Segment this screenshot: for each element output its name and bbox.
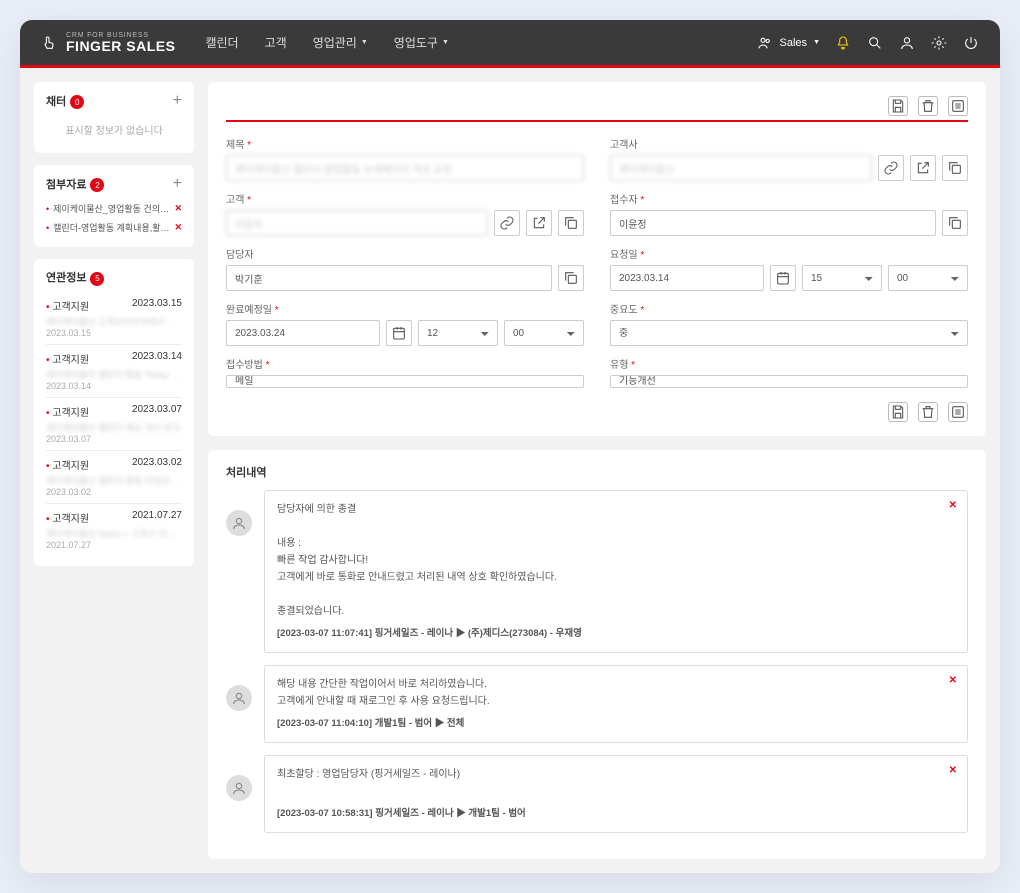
app-window: CRM FOR BUSINESS FINGER SALES 캘린더 고객 영업관… bbox=[20, 20, 1000, 873]
label-client: 고객사 bbox=[610, 136, 968, 151]
popup-icon[interactable] bbox=[910, 155, 936, 181]
list-button[interactable] bbox=[948, 96, 968, 116]
history-item: ✕담당자에 의한 종결내용 :빠른 작업 감사합니다!고객에게 바로 통화로 안… bbox=[226, 490, 968, 653]
topbar: CRM FOR BUSINESS FINGER SALES 캘린더 고객 영업관… bbox=[20, 20, 1000, 68]
delete-button[interactable] bbox=[918, 402, 938, 422]
related-count: 5 bbox=[90, 272, 104, 286]
input-receiver[interactable] bbox=[610, 210, 936, 236]
add-chatter-button[interactable]: + bbox=[173, 92, 182, 110]
related-panel: 연관정보 5 고객지원2023.03.15제이케이물산 고객브라우저에서 고…20… bbox=[34, 259, 194, 566]
attachment-item[interactable]: 제이케이물산_영업활동 건의사항…✕ bbox=[46, 199, 182, 218]
avatar-icon bbox=[226, 685, 252, 711]
main-nav: 캘린더 고객 영업관리▼ 영업도구▼ bbox=[205, 34, 448, 51]
related-item[interactable]: 고객지원2023.03.15제이케이물산 고객브라우저에서 고…2023.03.… bbox=[46, 292, 182, 344]
attach-panel: 첨부자료 2 + 제이케이물산_영업활동 건의사항…✕캘린더-영업활동 계획내용,… bbox=[34, 165, 194, 247]
history-item: ✕해당 내용 간단한 작업이어서 바로 처리하였습니다.고객에게 안내할 때 재… bbox=[226, 665, 968, 743]
label-assignee: 담당자 bbox=[226, 246, 584, 261]
select-channel[interactable]: 메일 bbox=[226, 375, 584, 388]
select-type[interactable]: 기능개선 bbox=[610, 375, 968, 388]
label-title: 제목 bbox=[226, 136, 584, 151]
chatter-panel: 채터 0 + 표시할 정보가 없습니다 bbox=[34, 82, 194, 153]
list-button[interactable] bbox=[948, 402, 968, 422]
calendar-icon[interactable] bbox=[386, 320, 412, 346]
add-attach-button[interactable]: + bbox=[173, 175, 182, 193]
pointer-icon bbox=[40, 34, 58, 52]
save-button[interactable] bbox=[888, 96, 908, 116]
attach-title: 첨부자료 bbox=[46, 179, 86, 191]
related-item[interactable]: 고객지원2023.03.14제이케이물산 캘린더 활동 Today …2023.… bbox=[46, 344, 182, 397]
input-client[interactable] bbox=[610, 155, 872, 181]
label-priority: 중요도 bbox=[610, 301, 968, 316]
remove-icon[interactable]: ✕ bbox=[174, 222, 182, 233]
user-menu[interactable]: Sales ▼ bbox=[756, 34, 820, 52]
related-title: 연관정보 bbox=[46, 272, 86, 284]
label-type: 유형 bbox=[610, 356, 968, 371]
copy-icon[interactable] bbox=[558, 265, 584, 291]
nav-customer[interactable]: 고객 bbox=[265, 34, 287, 51]
input-title[interactable] bbox=[226, 155, 584, 181]
avatar-icon bbox=[226, 510, 252, 536]
close-icon[interactable]: ✕ bbox=[949, 672, 957, 689]
copy-icon[interactable] bbox=[942, 155, 968, 181]
power-icon[interactable] bbox=[962, 34, 980, 52]
close-icon[interactable]: ✕ bbox=[949, 762, 957, 779]
nav-sales-mgmt[interactable]: 영업관리▼ bbox=[313, 34, 368, 51]
history-title: 처리내역 bbox=[226, 464, 968, 480]
copy-icon[interactable] bbox=[942, 210, 968, 236]
user-label: Sales bbox=[780, 37, 808, 49]
form-panel: 제목 고객사 고객 접수자 bbox=[208, 82, 986, 436]
profile-icon[interactable] bbox=[898, 34, 916, 52]
input-customer[interactable] bbox=[226, 210, 488, 236]
delete-button[interactable] bbox=[918, 96, 938, 116]
history-panel: 처리내역 ✕담당자에 의한 종결내용 :빠른 작업 감사합니다!고객에게 바로 … bbox=[208, 450, 986, 859]
select-req-min[interactable]: 00 bbox=[888, 265, 968, 291]
label-customer: 고객 bbox=[226, 191, 584, 206]
users-icon bbox=[756, 34, 774, 52]
chevron-down-icon: ▼ bbox=[442, 39, 449, 46]
select-due-min[interactable]: 00 bbox=[504, 320, 584, 346]
search-icon[interactable] bbox=[866, 34, 884, 52]
nav-sales-tools[interactable]: 영업도구▼ bbox=[394, 34, 449, 51]
history-item: ✕최초할당 : 영업담당자 (핑거세일즈 - 레이나)[2023-03-07 1… bbox=[226, 755, 968, 833]
related-item[interactable]: 고객지원2023.03.07제이케이물산 캘린더 메뉴 개선 문의2023.03… bbox=[46, 397, 182, 450]
select-priority[interactable]: 중 bbox=[610, 320, 968, 346]
chatter-count: 0 bbox=[70, 95, 84, 109]
attachment-item[interactable]: 캘린더-영업활동 계획내용,활동내…✕ bbox=[46, 218, 182, 237]
gear-icon[interactable] bbox=[930, 34, 948, 52]
calendar-icon[interactable] bbox=[770, 265, 796, 291]
close-icon[interactable]: ✕ bbox=[949, 497, 957, 514]
input-reqdate[interactable] bbox=[610, 265, 764, 291]
attach-count: 2 bbox=[90, 178, 104, 192]
save-button[interactable] bbox=[888, 402, 908, 422]
label-channel: 접수방법 bbox=[226, 356, 584, 371]
select-req-hour[interactable]: 15 bbox=[802, 265, 882, 291]
logo[interactable]: CRM FOR BUSINESS FINGER SALES bbox=[40, 32, 175, 53]
select-due-hour[interactable]: 12 bbox=[418, 320, 498, 346]
chatter-title: 채터 bbox=[46, 96, 66, 108]
remove-icon[interactable]: ✕ bbox=[174, 203, 182, 214]
copy-icon[interactable] bbox=[558, 210, 584, 236]
link-icon[interactable] bbox=[878, 155, 904, 181]
related-item[interactable]: 고객지원2021.07.27제이케이물산 Sales > 고객사 이전…2021… bbox=[46, 503, 182, 556]
related-item[interactable]: 고객지원2023.03.02제이케이물산 캘린더-활동 타임라…2023.03.… bbox=[46, 450, 182, 503]
logo-title: FINGER SALES bbox=[66, 39, 175, 53]
input-duedate[interactable] bbox=[226, 320, 380, 346]
chatter-empty: 표시할 정보가 없습니다 bbox=[46, 116, 182, 143]
chevron-down-icon: ▼ bbox=[361, 39, 368, 46]
chevron-down-icon: ▼ bbox=[813, 39, 820, 46]
sidebar: 채터 0 + 표시할 정보가 없습니다 첨부자료 2 + 제이케이물산_영업활동 건… bbox=[34, 82, 194, 859]
nav-calendar[interactable]: 캘린더 bbox=[205, 34, 238, 51]
input-assignee[interactable] bbox=[226, 265, 552, 291]
label-duedate: 완료예정일 bbox=[226, 301, 584, 316]
label-reqdate: 요청일 bbox=[610, 246, 968, 261]
avatar-icon bbox=[226, 775, 252, 801]
popup-icon[interactable] bbox=[526, 210, 552, 236]
link-icon[interactable] bbox=[494, 210, 520, 236]
bell-icon[interactable] bbox=[834, 34, 852, 52]
label-receiver: 접수자 bbox=[610, 191, 968, 206]
